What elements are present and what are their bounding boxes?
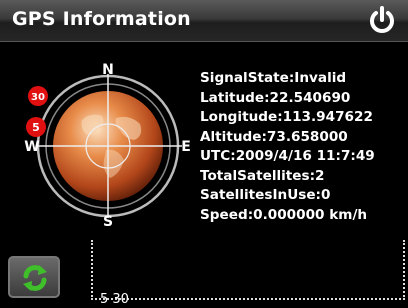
- satellite-signal-chart: [91, 240, 405, 300]
- satellite-label: 5: [32, 121, 40, 134]
- power-button[interactable]: [366, 5, 398, 37]
- compass: N E S W 30 5: [20, 60, 200, 240]
- speed-text: Speed:0.000000 km/h: [200, 206, 368, 223]
- satellite-label: 30: [31, 92, 45, 103]
- gps-info-panel: SignalState:Invalid Latitude:22.540690 L…: [200, 69, 404, 225]
- power-icon: [370, 6, 394, 33]
- signal-state-text: SignalState:Invalid: [200, 70, 347, 86]
- latitude-text: Latitude:22.540690: [200, 89, 351, 106]
- refresh-button[interactable]: [8, 256, 60, 298]
- compass-graphic: N E S W 30 5: [24, 62, 191, 230]
- compass-north-label: N: [102, 62, 114, 78]
- compass-west-label: W: [24, 139, 39, 155]
- utc-text: UTC:2009/4/16 11:7:49: [200, 148, 375, 164]
- refresh-icon: [23, 265, 47, 291]
- longitude-text: Longitude:113.947622: [200, 109, 373, 125]
- page-title: GPS Information: [12, 8, 191, 30]
- satellites-in-use-text: SatellitesInUse:0: [200, 187, 331, 203]
- compass-south-label: S: [103, 214, 113, 230]
- title-bar: GPS Information: [0, 0, 408, 42]
- compass-east-label: E: [181, 139, 191, 155]
- signal-chart-label: 5 30: [100, 292, 129, 307]
- altitude-text: Altitude:73.658000: [200, 128, 348, 145]
- total-satellites-text: TotalSatellites:2: [200, 167, 325, 184]
